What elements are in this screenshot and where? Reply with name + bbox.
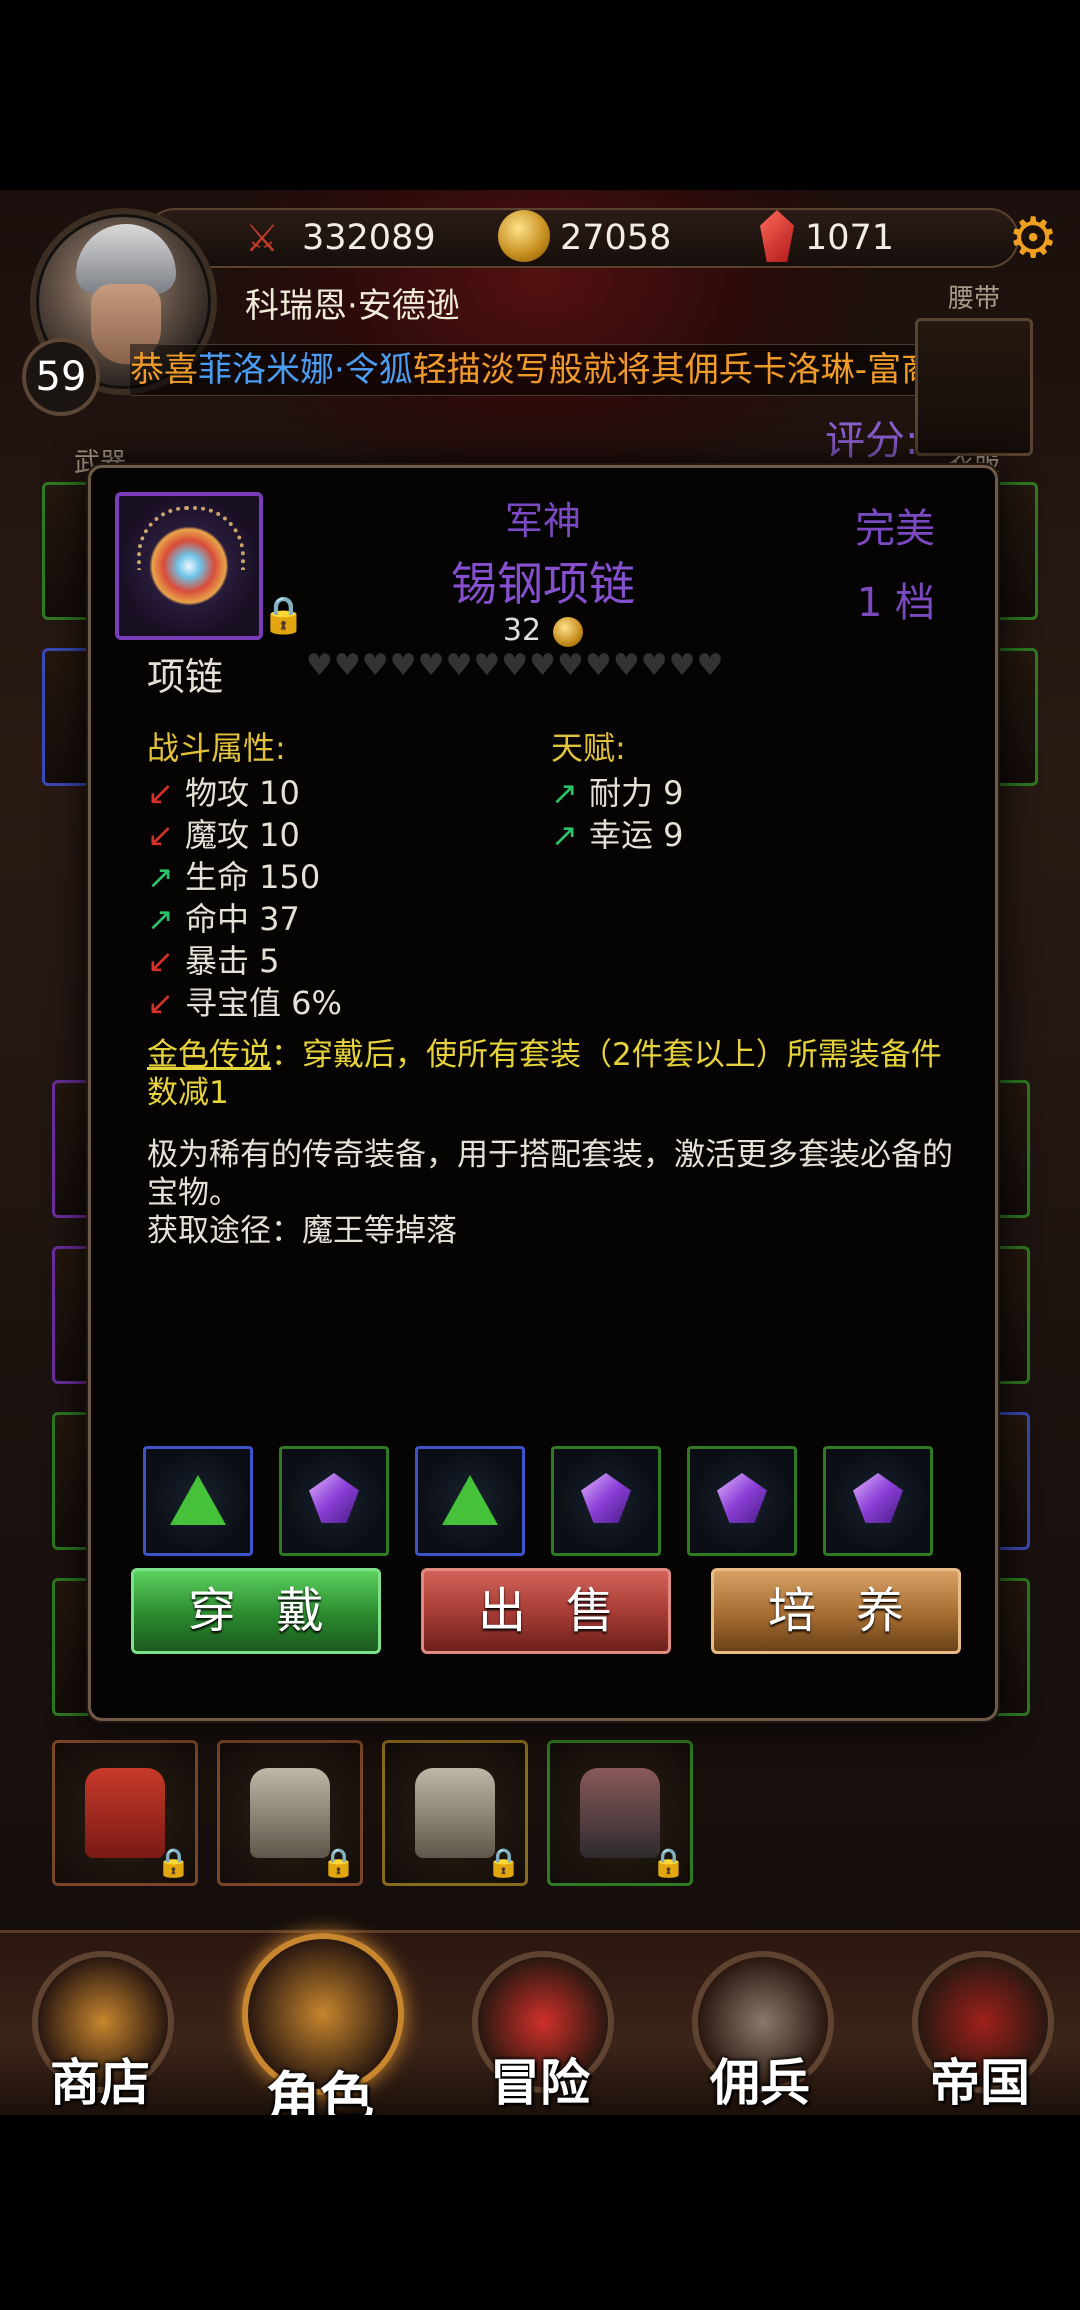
wear-button[interactable]: 穿戴: [131, 1568, 381, 1654]
sword-icon: ⚔: [245, 216, 280, 260]
stat-label: 生命 150: [185, 858, 321, 896]
gem-socket[interactable]: [143, 1446, 253, 1556]
nav-item[interactable]: 商店: [25, 1933, 175, 2115]
source-text: 获取途径：魔王等掉落: [147, 1213, 457, 1249]
sell-button[interactable]: 出售: [421, 1568, 671, 1654]
stat-label: 物攻 10: [185, 774, 300, 812]
green-gem-icon: [170, 1475, 226, 1525]
purple-crystal-icon: [581, 1473, 631, 1523]
inventory-slot-armor-red[interactable]: 🔒: [52, 1740, 198, 1886]
ticker-prefix: 恭喜: [130, 350, 198, 390]
stat-label: 幸运 9: [589, 816, 684, 854]
nav-label: 帝国: [930, 2053, 1030, 2112]
nav-label: 商店: [50, 2053, 150, 2112]
inventory-slot-armor-dark[interactable]: 🔒: [547, 1740, 693, 1886]
stat-row: ↗ 耐力 9: [551, 768, 684, 814]
green-gem-icon: [442, 1475, 498, 1525]
purple-crystal-icon: [309, 1473, 359, 1523]
belt-label: 腰带: [948, 284, 1001, 314]
arrow-up-icon: ↗: [147, 858, 174, 896]
gem-socket[interactable]: [551, 1446, 661, 1556]
gem-value: 1071: [805, 218, 895, 258]
arrow-up-icon: ↗: [551, 816, 578, 854]
gem-sockets: [143, 1446, 963, 1556]
item-quality: 完美: [855, 506, 935, 552]
stat-row: ↙ 魔攻 10: [147, 810, 300, 856]
clothes-slot[interactable]: [915, 318, 1033, 456]
nav-label: 冒险: [490, 2053, 590, 2112]
game-screen: ⚔ 332089 27058 1071 ⚙ 59 科瑞恩·安德逊 恭喜菲洛米娜·…: [0, 190, 1080, 2115]
inventory-slot-armor-silver-2[interactable]: 🔒: [382, 1740, 528, 1886]
announcement-ticker: 恭喜菲洛米娜·令狐轻描淡写般就将其佣兵卡洛琳-富商 📢: [130, 344, 1010, 396]
level-badge: 59: [22, 338, 100, 416]
arrow-down-icon: ↙: [147, 816, 174, 854]
stat-label: 寻宝值 6%: [185, 984, 342, 1022]
item-description: 极为稀有的传奇装备，用于搭配套装，激活更多套装必备的宝物。 获取途径：魔王等掉落: [147, 1136, 967, 1250]
item-grade: 1 档: [856, 580, 935, 626]
item-detail-dialog: 🔒 军神 锡钢项链 32 完美 1 档 项链 ♥♥♥♥♥♥♥♥♥♥♥♥♥♥♥ 战…: [88, 465, 998, 1721]
stat-row: ↗ 生命 150: [147, 852, 320, 898]
coin-icon: [553, 616, 584, 647]
heart-rating: ♥♥♥♥♥♥♥♥♥♥♥♥♥♥♥: [306, 648, 725, 683]
lock-icon: 🔒: [486, 1846, 521, 1879]
power-value: 332089: [302, 218, 436, 258]
combat-title: 战斗属性:: [147, 729, 286, 767]
armor-icon: [250, 1768, 330, 1858]
lock-icon: 🔒: [651, 1846, 686, 1879]
stat-row: ↙ 暴击 5: [147, 936, 280, 982]
gold-coin-icon: [498, 210, 550, 262]
purple-crystal-icon: [853, 1473, 903, 1523]
legend-effect: 金色传说：穿戴后，使所有套装（2件套以上）所需装备件数减1: [147, 1036, 967, 1112]
purple-crystal-icon: [717, 1473, 767, 1523]
gem-socket[interactable]: [415, 1446, 525, 1556]
stat-label: 魔攻 10: [185, 816, 300, 854]
armor-icon: [580, 1768, 660, 1858]
train-button[interactable]: 培养: [711, 1568, 961, 1654]
lock-icon: 🔒: [156, 1846, 191, 1879]
description-text: 极为稀有的传奇装备，用于搭配套装，激活更多套装必备的宝物。: [147, 1137, 953, 1211]
nav-label: 佣兵: [710, 2053, 810, 2112]
arrow-down-icon: ↙: [147, 942, 174, 980]
stat-row: ↙ 寻宝值 6%: [147, 978, 342, 1024]
stat-row: ↗ 命中 37: [147, 894, 300, 940]
arrow-up-icon: ↗: [551, 774, 578, 812]
stat-label: 命中 37: [185, 900, 300, 938]
stat-label: 耐力 9: [589, 774, 684, 812]
talent-title: 天赋:: [551, 729, 626, 767]
armor-icon: [415, 1768, 495, 1858]
legend-title: 金色传说: [147, 1037, 271, 1073]
nav-item[interactable]: 佣兵: [685, 1933, 835, 2115]
gem-socket[interactable]: [687, 1446, 797, 1556]
bottom-nav: 商店 角色 冒险 佣兵 帝国: [0, 1930, 1080, 2115]
ticker-text: 轻描淡写般就将其佣兵卡洛琳-富商: [412, 350, 936, 390]
arrow-down-icon: ↙: [147, 774, 174, 812]
inventory-slot-armor-silver[interactable]: 🔒: [217, 1740, 363, 1886]
item-level-value: 32: [502, 613, 542, 648]
item-type: 项链: [147, 655, 224, 699]
player-name: 科瑞恩·安德逊: [245, 286, 460, 326]
armor-icon: [85, 1768, 165, 1858]
stat-row: ↗ 幸运 9: [551, 810, 684, 856]
nav-label: 角色: [266, 2065, 374, 2115]
nav-item[interactable]: 角色: [242, 1933, 404, 2115]
nav-item[interactable]: 帝国: [905, 1933, 1055, 2115]
lock-icon: 🔒: [321, 1846, 356, 1879]
arrow-up-icon: ↗: [147, 900, 174, 938]
gear-icon[interactable]: ⚙: [1008, 206, 1058, 271]
arrow-down-icon: ↙: [147, 984, 174, 1022]
stat-row: ↙ 物攻 10: [147, 768, 300, 814]
gold-value: 27058: [560, 218, 672, 258]
gem-socket[interactable]: [823, 1446, 933, 1556]
gem-socket[interactable]: [279, 1446, 389, 1556]
ticker-player: 菲洛米娜·令狐: [198, 350, 413, 390]
stat-label: 暴击 5: [185, 942, 280, 980]
nav-item[interactable]: 冒险: [465, 1933, 615, 2115]
